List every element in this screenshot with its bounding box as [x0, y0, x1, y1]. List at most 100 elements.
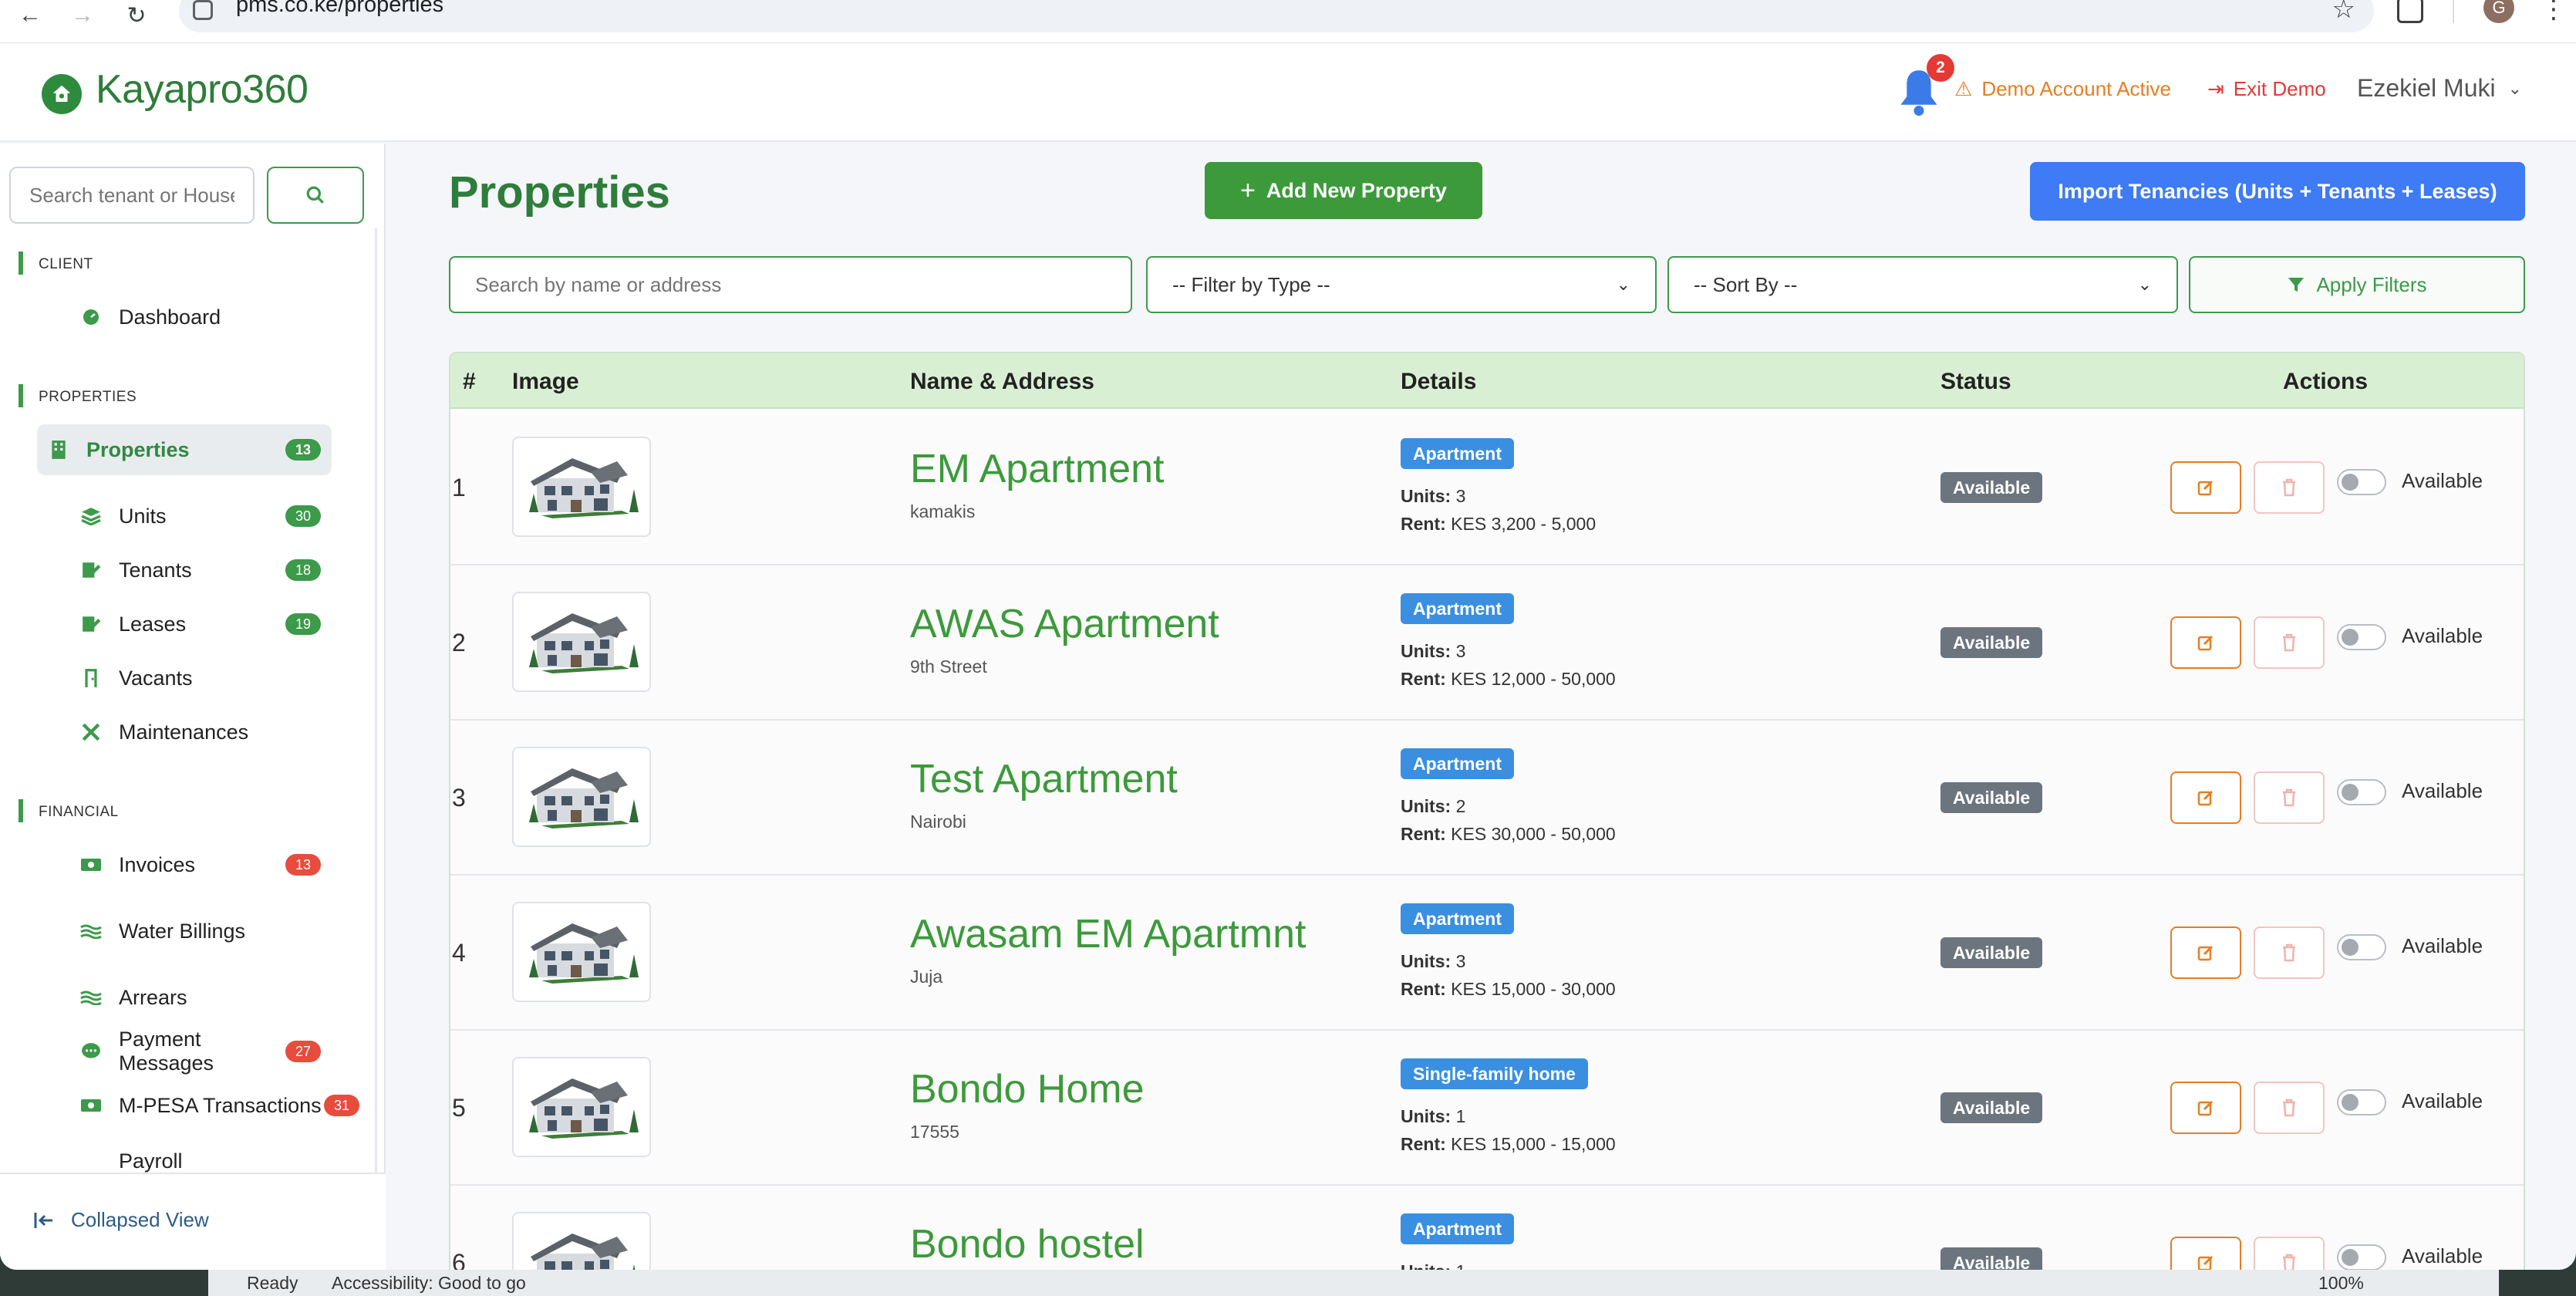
filter-type-select[interactable]: -- Filter by Type -- ⌄: [1146, 256, 1657, 313]
availability-toggle-label: Available: [2402, 624, 2483, 647]
sidebar-item-water-billings[interactable]: Water Billings: [39, 906, 332, 957]
plus-icon: +: [1240, 175, 1256, 205]
building-icon: [48, 439, 69, 461]
units-label: Units:: [1401, 1261, 1451, 1270]
sidebar-scrollbar[interactable]: [375, 228, 377, 1177]
collapsed-view-toggle[interactable]: Collapsed View: [34, 1208, 209, 1232]
trash-icon: [2283, 1099, 2295, 1117]
delete-button[interactable]: [2254, 616, 2325, 669]
exit-demo-label: Exit Demo: [2233, 77, 2326, 100]
trash-icon: [2283, 478, 2295, 497]
delete-button[interactable]: [2254, 461, 2325, 514]
property-image[interactable]: [512, 437, 651, 537]
availability-toggle[interactable]: [2337, 934, 2386, 960]
rent-range: Rent: KES 15,000 - 30,000: [1401, 979, 1616, 1000]
property-name-link[interactable]: EM Apartment: [910, 446, 1164, 492]
property-name-link[interactable]: AWAS Apartment: [910, 601, 1219, 647]
lease-icon: [80, 613, 102, 635]
edit-button[interactable]: [2170, 926, 2241, 979]
status-badge: Available: [1940, 472, 2043, 503]
apply-filters-button[interactable]: Apply Filters: [2189, 256, 2525, 313]
availability-toggle[interactable]: [2337, 624, 2386, 650]
row-number: 2: [452, 629, 466, 656]
reload-icon[interactable]: ↻: [116, 0, 157, 31]
property-address: 9th Street: [910, 656, 987, 677]
property-name-link[interactable]: Test Apartment: [910, 756, 1178, 802]
availability-toggle[interactable]: [2337, 1244, 2386, 1270]
property-name-link[interactable]: Awasam EM Apartmnt: [910, 911, 1306, 957]
column-header: Details: [1401, 369, 1477, 394]
sidebar-item-properties[interactable]: Properties 13: [37, 424, 332, 475]
sidebar-item-invoices[interactable]: Invoices 13: [39, 839, 332, 890]
edit-button[interactable]: [2170, 461, 2241, 514]
property-name-link[interactable]: Bondo hostel: [910, 1221, 1145, 1267]
forward-icon[interactable]: →: [62, 0, 103, 31]
property-image[interactable]: [512, 1212, 651, 1270]
address-bar[interactable]: pms.co.ke/properties ☆: [179, 0, 2374, 32]
property-image[interactable]: [512, 747, 651, 847]
browser-menu-icon[interactable]: ⋮: [2541, 0, 2567, 25]
app-logo-text[interactable]: Kayapro360: [96, 66, 309, 113]
edit-icon: [2197, 1255, 2214, 1270]
rent-range: Rent: KES 15,000 - 15,000: [1401, 1134, 1616, 1155]
units-label: Units:: [1401, 951, 1452, 971]
exit-demo-link[interactable]: ⇥ Exit Demo: [2207, 77, 2326, 101]
notification-count-badge: 2: [1927, 54, 1954, 82]
units-value: 3: [1455, 951, 1466, 971]
property-name-link[interactable]: Bondo Home: [910, 1066, 1145, 1112]
property-image[interactable]: [512, 1057, 651, 1157]
delete-button[interactable]: [2254, 771, 2325, 824]
sidebar-item-label: Arrears: [119, 985, 187, 1009]
edit-button[interactable]: [2170, 771, 2241, 824]
tenant-search-button[interactable]: [267, 167, 364, 224]
rent-value: KES 12,000 - 50,000: [1451, 669, 1616, 689]
property-search-input[interactable]: [449, 256, 1132, 313]
sidebar-item-label: M-PESA Transactions: [119, 1093, 322, 1117]
sidebar-item-maintenances[interactable]: Maintenances: [39, 707, 332, 758]
bookmark-star-icon[interactable]: ☆: [2332, 0, 2355, 25]
edit-button[interactable]: [2170, 1082, 2241, 1134]
edit-button[interactable]: [2170, 1237, 2241, 1270]
money-icon: [80, 1095, 102, 1116]
money-icon: [80, 854, 102, 876]
sort-by-select[interactable]: -- Sort By -- ⌄: [1667, 256, 2178, 313]
sidebar-item-leases[interactable]: Leases 19: [39, 599, 332, 650]
rent-label: Rent:: [1401, 514, 1446, 534]
sidebar-item-dashboard[interactable]: Dashboard: [39, 292, 332, 343]
house-image-icon: [529, 768, 639, 829]
user-name: Ezekiel Muki: [2357, 74, 2496, 102]
delete-button[interactable]: [2254, 1237, 2325, 1270]
availability-toggle[interactable]: [2337, 469, 2386, 495]
sidebar-item-payment-messages[interactable]: Payment Messages 27: [39, 1026, 332, 1077]
house-image-icon: [529, 1078, 639, 1139]
delete-button[interactable]: [2254, 1082, 2325, 1134]
sort-by-value: -- Sort By --: [1694, 272, 1798, 296]
sidebar-item-mpesa-transactions[interactable]: M-PESA Transactions 31: [39, 1080, 370, 1131]
sidebar-item-payroll[interactable]: Payroll: [39, 1134, 332, 1173]
house-image-icon: [531, 1234, 636, 1270]
add-new-property-button[interactable]: + Add New Property: [1205, 162, 1482, 219]
edit-button[interactable]: [2170, 616, 2241, 669]
property-image[interactable]: [512, 902, 651, 1002]
sidebar-item-units[interactable]: Units 30: [39, 491, 332, 542]
filter-type-value: -- Filter by Type --: [1172, 272, 1330, 296]
status-badge: Available: [1940, 782, 2043, 813]
tenant-search-input[interactable]: [9, 167, 255, 224]
profile-avatar[interactable]: G: [2483, 0, 2514, 23]
units-value: 3: [1455, 641, 1466, 661]
sidebar-item-arrears[interactable]: Arrears: [39, 972, 332, 1023]
sidebar-item-label: Tenants: [119, 558, 192, 582]
extensions-icon[interactable]: [2397, 0, 2423, 23]
back-icon[interactable]: ←: [9, 0, 51, 31]
user-menu[interactable]: Ezekiel Muki ⌄: [2357, 74, 2522, 103]
property-image[interactable]: [512, 592, 651, 692]
units-count: Units: 1: [1401, 1261, 1465, 1270]
delete-button[interactable]: [2254, 926, 2325, 979]
import-tenancies-button[interactable]: Import Tenancies (Units + Tenants + Leas…: [2030, 162, 2525, 221]
availability-toggle[interactable]: [2337, 779, 2386, 805]
sidebar-item-vacants[interactable]: Vacants: [39, 653, 332, 704]
sidebar-item-label: Payment Messages: [119, 1028, 214, 1075]
availability-toggle[interactable]: [2337, 1089, 2386, 1115]
sidebar-item-tenants[interactable]: Tenants 18: [39, 545, 332, 596]
site-settings-icon[interactable]: [193, 0, 213, 20]
